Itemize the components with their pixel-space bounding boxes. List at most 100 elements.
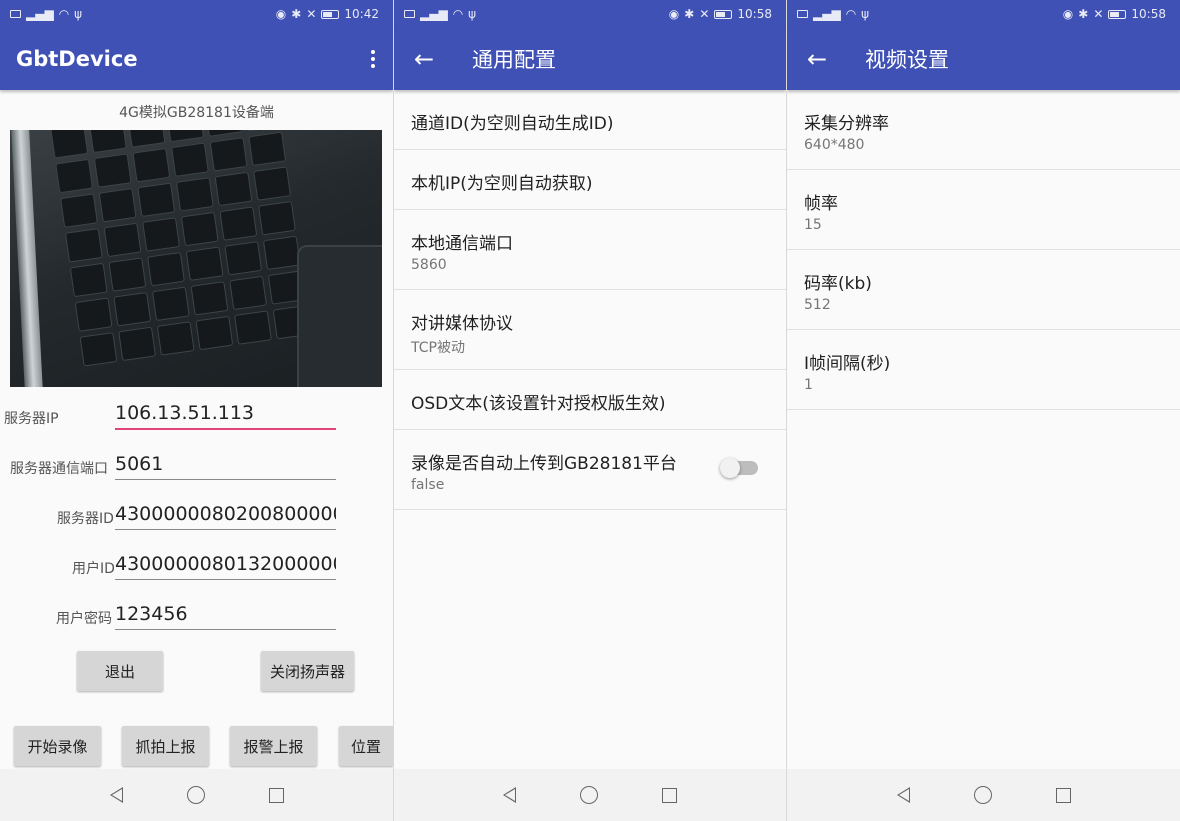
battery-icon [321,9,340,19]
eye-icon: ◉ [668,7,680,21]
snapshot-report-button[interactable]: 抓拍上报 [122,726,209,766]
status-bar: ▂▄▆ ◠ ψ ◉ ✱ ✕ 10:58 [787,0,1180,28]
setting-summary: 1 [804,377,813,393]
setting-summary: 640*480 [804,137,865,153]
status-time: 10:58 [1131,7,1166,21]
setting-title: 码率(kb) [804,274,872,294]
user-password-row: 用户密码 [0,598,393,638]
signal-icon: ▂▄▆ [420,7,448,21]
sim-icon [10,10,21,18]
nfc-icon: ✕ [699,7,710,21]
battery-icon [1108,9,1127,19]
frame-rate-setting[interactable]: 帧率 15 [787,170,1180,250]
nfc-icon: ✕ [1093,7,1104,21]
signal-icon: ▂▄▆ [813,7,841,21]
video-settings-list: 采集分辨率 640*480 帧率 15 码率(kb) 512 I帧间隔(秒) 1 [787,90,1180,410]
setting-summary: 15 [804,217,822,233]
touchpad-image [297,245,382,387]
server-id-input[interactable] [115,498,336,530]
setting-summary: 5860 [411,257,447,273]
nav-home-icon[interactable] [580,786,598,804]
user-id-input[interactable] [115,548,336,580]
nav-recent-icon[interactable] [662,787,677,803]
setting-title: 通道ID(为空则自动生成ID) [411,114,614,134]
location-button[interactable]: 位置 [339,726,393,766]
eye-icon: ◉ [275,7,287,21]
status-time: 10:58 [737,7,772,21]
nfc-icon: ✕ [306,7,317,21]
nav-home-icon[interactable] [186,786,205,804]
server-ip-label: 服务器IP [4,411,59,427]
user-id-label: 用户ID [72,561,115,577]
server-id-row: 服务器ID [0,498,393,538]
general-config-screen: ▂▄▆ ◠ ψ ◉ ✱ ✕ 10:58 ← 通用配置 通道ID(为空则自动生成I… [393,0,787,821]
alarm-report-button[interactable]: 报警上报 [230,726,317,766]
osd-text-setting[interactable]: OSD文本(该设置针对授权版生效) [394,370,786,430]
intercom-protocol-setting[interactable]: 对讲媒体协议 TCP被动 [394,290,786,370]
sim-icon [404,10,415,18]
usb-icon: ψ [861,7,870,21]
bitrate-setting[interactable]: 码率(kb) 512 [787,250,1180,330]
nav-recent-icon[interactable] [268,787,284,803]
auto-upload-toggle[interactable] [720,458,758,478]
main-device-screen: ▂▄▆ ◠ ψ ◉ ✱ ✕ 10:42 GbtDevice 4G模拟GB2818… [0,0,393,821]
user-password-label: 用户密码 [56,611,112,627]
nav-home-icon[interactable] [973,786,992,804]
setting-summary: TCP被动 [411,340,465,356]
sim-icon [797,10,808,18]
usb-icon: ψ [74,7,83,21]
wifi-icon: ◠ [58,7,70,21]
nav-back-icon[interactable] [503,787,516,803]
local-ip-setting[interactable]: 本机IP(为空则自动获取) [394,150,786,210]
page-title: 通用配置 [472,48,556,72]
usb-icon: ψ [468,7,477,21]
setting-title: 采集分辨率 [804,114,889,134]
nav-back-icon[interactable] [896,787,910,803]
overflow-menu-icon[interactable] [371,50,375,68]
setting-title: 对讲媒体协议 [411,314,513,334]
status-bar: ▂▄▆ ◠ ψ ◉ ✱ ✕ 10:58 [394,0,786,28]
speaker-off-button[interactable]: 关闭扬声器 [261,651,354,691]
setting-title: OSD文本(该设置针对授权版生效) [411,394,666,414]
camera-preview [10,130,382,387]
exit-button[interactable]: 退出 [77,651,163,691]
bluetooth-icon: ✱ [684,7,695,21]
nav-bar [787,769,1180,821]
bluetooth-icon: ✱ [1078,7,1089,21]
app-title: GbtDevice [16,47,138,71]
local-port-setting[interactable]: 本地通信端口 5860 [394,210,786,290]
user-password-input[interactable] [115,598,336,630]
server-ip-row: 服务器IP [0,398,393,438]
setting-title: I帧间隔(秒) [804,354,891,374]
setting-summary: 512 [804,297,831,313]
server-ip-input[interactable] [115,398,336,430]
general-config-list: 通道ID(为空则自动生成ID) 本机IP(为空则自动获取) 本地通信端口 586… [394,90,786,510]
resolution-setting[interactable]: 采集分辨率 640*480 [787,90,1180,170]
back-arrow-icon[interactable]: ← [787,47,843,71]
status-bar: ▂▄▆ ◠ ψ ◉ ✱ ✕ 10:42 [0,0,393,28]
nav-bar [0,769,393,821]
app-bar: ← 通用配置 [394,28,786,90]
server-id-label: 服务器ID [57,511,114,527]
setting-title: 帧率 [804,194,838,214]
battery-icon [714,9,733,19]
nav-back-icon[interactable] [109,787,123,803]
setting-title: 本机IP(为空则自动获取) [411,174,593,194]
app-bar: ← 视频设置 [787,28,1180,90]
screens-container: ▂▄▆ ◠ ψ ◉ ✱ ✕ 10:42 GbtDevice 4G模拟GB2818… [0,0,1180,821]
channel-id-setting[interactable]: 通道ID(为空则自动生成ID) [394,90,786,150]
start-record-button[interactable]: 开始录像 [14,726,101,766]
iframe-interval-setting[interactable]: I帧间隔(秒) 1 [787,330,1180,410]
video-settings-screen: ▂▄▆ ◠ ψ ◉ ✱ ✕ 10:58 ← 视频设置 采集分辨率 640*480… [787,0,1180,821]
server-port-row: 服务器通信端口 [0,448,393,488]
setting-summary: false [411,477,445,493]
server-port-label: 服务器通信端口 [10,461,108,477]
signal-icon: ▂▄▆ [26,7,54,21]
nav-recent-icon[interactable] [1055,787,1071,803]
app-bar: GbtDevice [0,28,393,90]
auto-upload-setting[interactable]: 录像是否自动上传到GB28181平台 false [394,430,786,510]
page-title: 视频设置 [865,48,949,72]
server-port-input[interactable] [115,448,336,480]
status-time: 10:42 [344,7,379,21]
back-arrow-icon[interactable]: ← [394,47,450,71]
